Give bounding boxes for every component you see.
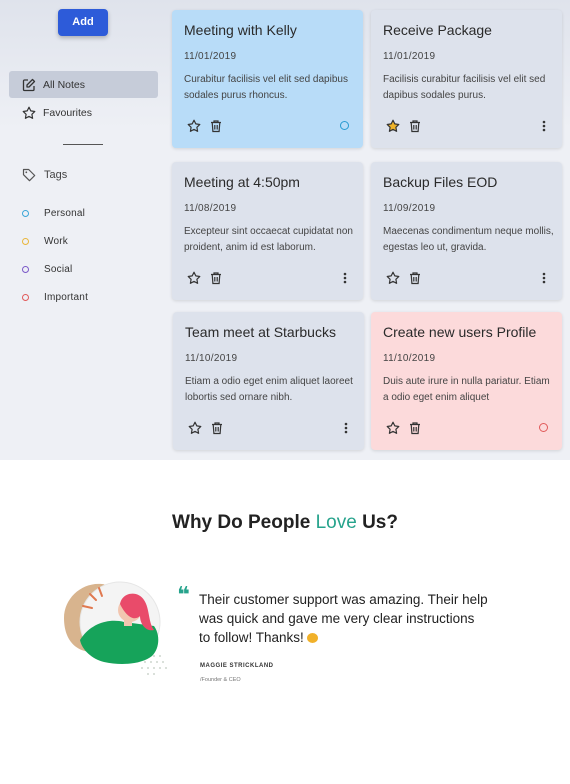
tag-icon	[22, 168, 36, 182]
tag-dot	[22, 266, 29, 273]
star-icon[interactable]	[386, 271, 400, 285]
heading-accent: Love	[315, 512, 357, 533]
note-title: Team meet at Starbucks	[185, 324, 336, 340]
more-vertical-icon[interactable]	[343, 271, 347, 285]
notes-app: Add All Notes Favourites Tags Personal W…	[0, 0, 570, 460]
testimonial-quote: Their customer support was amazing. Thei…	[199, 590, 489, 647]
note-body: Maecenas condimentum neque mollis, egest…	[383, 226, 554, 253]
trash-icon[interactable]	[209, 271, 223, 285]
tag-important[interactable]: Important	[22, 292, 88, 303]
more-vertical-icon[interactable]	[542, 271, 546, 285]
note-body: Etiam a odio eget enim aliquet laoreet l…	[185, 376, 353, 403]
note-card[interactable]: Receive Package 11/01/2019 Facilisis cur…	[371, 10, 562, 148]
tags-heading: Tags	[22, 168, 67, 182]
note-body: Facilisis curabitur facilisis vel elit s…	[383, 74, 546, 101]
heading-text: Why Do People	[172, 512, 316, 533]
tag-dot	[22, 238, 29, 245]
note-card[interactable]: Meeting with Kelly 11/01/2019 Curabitur …	[172, 10, 363, 148]
note-date: 11/10/2019	[383, 353, 436, 364]
emoji-icon	[306, 633, 318, 643]
trash-icon[interactable]	[408, 119, 422, 133]
sidebar-item-favourites[interactable]: Favourites	[9, 99, 158, 126]
star-icon[interactable]	[187, 271, 201, 285]
note-title: Meeting at 4:50pm	[184, 174, 300, 190]
add-note-button[interactable]: Add	[58, 9, 108, 36]
note-body: Curabitur facilisis vel elit sed dapibus…	[184, 74, 348, 101]
note-date: 11/01/2019	[184, 51, 237, 62]
heading-text: Us?	[356, 512, 398, 533]
tags-label: Tags	[44, 169, 68, 181]
sidebar-item-label: All Notes	[43, 78, 86, 91]
trash-icon[interactable]	[209, 119, 223, 133]
star-icon	[22, 106, 36, 120]
divider	[63, 144, 103, 145]
note-body: Duis aute irure in nulla pariatur. Etiam…	[383, 376, 550, 403]
trash-icon[interactable]	[210, 421, 224, 435]
note-card[interactable]: Meeting at 4:50pm 11/08/2019 Excepteur s…	[172, 162, 363, 300]
star-icon[interactable]	[188, 421, 202, 435]
tag-dot	[22, 210, 29, 217]
star-filled-icon[interactable]	[386, 119, 400, 133]
status-circle-icon	[539, 423, 548, 432]
sidebar-item-label: Favourites	[43, 106, 93, 119]
testimonial-illustration	[58, 578, 176, 678]
note-card[interactable]: Team meet at Starbucks 11/10/2019 Etiam …	[173, 312, 364, 450]
star-icon[interactable]	[187, 119, 201, 133]
note-date: 11/10/2019	[185, 353, 238, 364]
note-card[interactable]: Backup Files EOD 11/09/2019 Maecenas con…	[371, 162, 562, 300]
trash-icon[interactable]	[408, 421, 422, 435]
tag-label: Work	[44, 236, 68, 247]
tag-dot	[22, 294, 29, 301]
more-vertical-icon[interactable]	[344, 421, 348, 435]
testimonial-author: MAGGIE STRICKLAND	[200, 663, 274, 669]
trash-icon[interactable]	[408, 271, 422, 285]
edit-icon	[22, 78, 36, 92]
note-card[interactable]: Create new users Profile 11/10/2019 Duis…	[371, 312, 562, 450]
note-title: Create new users Profile	[383, 324, 537, 340]
quote-text: Their customer support was amazing. Thei…	[199, 592, 488, 645]
tag-label: Important	[44, 292, 89, 303]
section-heading: Why Do People Love Us?	[0, 512, 570, 534]
note-date: 11/01/2019	[383, 51, 436, 62]
sidebar-item-all-notes[interactable]: All Notes	[9, 71, 158, 98]
note-title: Receive Package	[383, 22, 492, 38]
quote-icon: ❝	[177, 582, 190, 607]
star-icon[interactable]	[386, 421, 400, 435]
tag-personal[interactable]: Personal	[22, 208, 85, 219]
note-title: Backup Files EOD	[383, 174, 498, 190]
note-date: 11/08/2019	[184, 203, 237, 214]
sidebar: Add All Notes Favourites Tags Personal W…	[0, 0, 170, 460]
tag-label: Social	[44, 264, 73, 275]
note-title: Meeting with Kelly	[184, 22, 297, 38]
more-vertical-icon[interactable]	[542, 119, 546, 133]
status-circle-icon	[340, 121, 349, 130]
tag-work[interactable]: Work	[22, 236, 68, 247]
testimonial-role: /Founder & CEO	[200, 677, 241, 683]
tag-social[interactable]: Social	[22, 264, 72, 275]
note-body: Excepteur sint occaecat cupidatat non pr…	[184, 226, 353, 253]
tag-label: Personal	[44, 208, 86, 219]
note-date: 11/09/2019	[383, 203, 436, 214]
